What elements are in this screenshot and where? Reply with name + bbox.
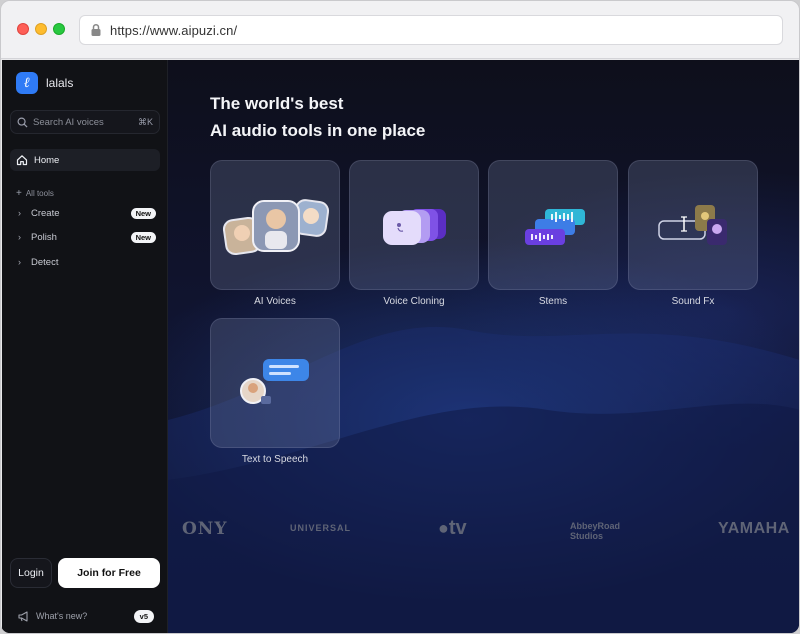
- tool-card-sound-fx[interactable]: [628, 160, 758, 290]
- sound-fx-icon: [658, 205, 727, 245]
- plus-icon: +: [16, 188, 22, 199]
- lock-icon: [91, 23, 101, 36]
- all-tools-label: All tools: [25, 189, 54, 198]
- browser-titlebar: https://www.aipuzi.cn/: [1, 1, 799, 59]
- chevron-right-icon: ›: [18, 232, 21, 242]
- version-badge: v5: [133, 609, 154, 623]
- logo-text: lalals: [46, 76, 74, 90]
- tool-label-text-to-speech[interactable]: Text to Speech: [210, 454, 340, 465]
- stems-icon: [525, 209, 585, 245]
- tool-card-voice-cloning[interactable]: [349, 160, 479, 290]
- apple-icon: ●: [438, 518, 449, 538]
- sidebar-item-create-label: Create: [31, 207, 60, 219]
- new-badge: New: [130, 231, 156, 243]
- headline-line-2: AI audio tools in one place: [210, 121, 426, 140]
- sidebar-item-home-label: Home: [34, 154, 60, 166]
- maximize-window-button[interactable]: [53, 23, 65, 35]
- tool-card-text-to-speech[interactable]: [210, 318, 340, 448]
- tool-card-stems[interactable]: [488, 160, 618, 290]
- brand-appletv-logo: ●tv: [438, 517, 467, 539]
- sidebar-item-polish[interactable]: › Polish New: [18, 229, 156, 245]
- voice-cloning-icon: [383, 209, 446, 245]
- brand-abbeyroad-logo: AbbeyRoad Studios: [570, 521, 621, 541]
- all-tools-header[interactable]: + All tools: [16, 188, 54, 199]
- browser-window: https://www.aipuzi.cn/ ℓ lalals Search A…: [0, 0, 800, 634]
- tool-label-ai-voices[interactable]: AI Voices: [210, 296, 340, 307]
- home-icon: [16, 155, 28, 166]
- brand-yamaha-logo: YAMAHA: [718, 520, 790, 537]
- brand-sony-logo: ONY: [182, 519, 228, 539]
- chevron-right-icon: ›: [18, 257, 21, 267]
- headline: The world's best AI audio tools in one p…: [210, 90, 425, 144]
- tool-label-sound-fx[interactable]: Sound Fx: [628, 296, 758, 307]
- search-icon: [17, 117, 28, 128]
- new-badge: New: [130, 207, 156, 219]
- minimize-window-button[interactable]: [35, 23, 47, 35]
- url-text: https://www.aipuzi.cn/: [110, 22, 238, 38]
- ai-voices-icon: [222, 199, 330, 256]
- logo[interactable]: ℓ lalals: [16, 72, 73, 94]
- sidebar: ℓ lalals Search AI voices ⌘K Home + All …: [2, 60, 168, 633]
- megaphone-icon: [18, 610, 28, 622]
- join-for-free-button[interactable]: Join for Free: [58, 558, 160, 588]
- whats-new-label: What's new?: [36, 611, 88, 621]
- sidebar-item-create[interactable]: › Create New: [18, 205, 156, 221]
- login-button[interactable]: Login: [10, 558, 52, 588]
- sidebar-item-home[interactable]: Home: [10, 149, 160, 171]
- whats-new-link[interactable]: What's new? v5: [18, 608, 154, 624]
- text-to-speech-icon: [240, 359, 309, 404]
- search-placeholder: Search AI voices: [33, 116, 104, 128]
- tool-label-stems[interactable]: Stems: [488, 296, 618, 307]
- page-content: ℓ lalals Search AI voices ⌘K Home + All …: [2, 60, 799, 633]
- sidebar-item-polish-label: Polish: [31, 231, 57, 243]
- chevron-right-icon: ›: [18, 208, 21, 218]
- brand-logos: ONY UNIVERSAL ●tv AbbeyRoad Studios YAMA…: [168, 515, 799, 545]
- sidebar-item-detect-label: Detect: [31, 256, 59, 268]
- search-input[interactable]: Search AI voices ⌘K: [10, 110, 160, 134]
- tool-label-voice-cloning[interactable]: Voice Cloning: [349, 296, 479, 307]
- address-bar[interactable]: https://www.aipuzi.cn/: [79, 15, 783, 45]
- search-shortcut: ⌘K: [137, 116, 153, 127]
- sidebar-item-detect[interactable]: › Detect: [18, 254, 156, 270]
- main-area: The world's best AI audio tools in one p…: [168, 60, 799, 633]
- headline-line-1: The world's best: [210, 94, 344, 113]
- brand-universal-logo: UNIVERSAL: [290, 523, 352, 533]
- tool-card-ai-voices[interactable]: [210, 160, 340, 290]
- logo-mark-icon: ℓ: [16, 72, 38, 94]
- close-window-button[interactable]: [17, 23, 29, 35]
